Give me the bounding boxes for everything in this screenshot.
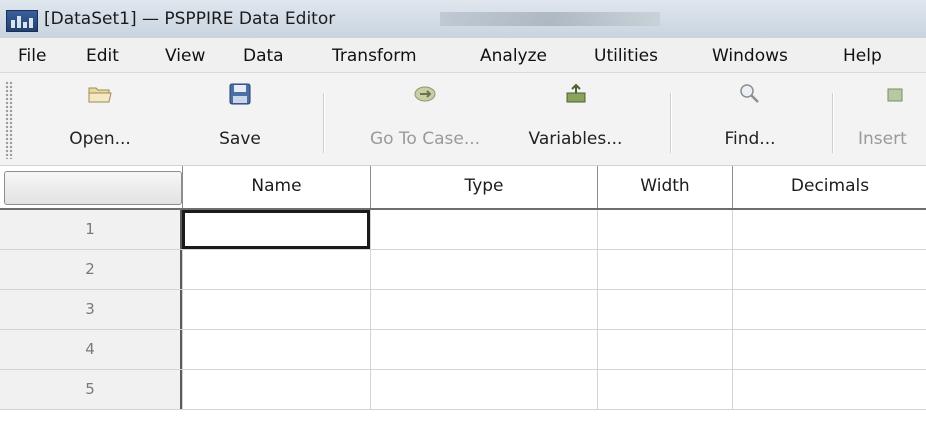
cell-type[interactable] [370, 330, 597, 369]
cell-name[interactable] [182, 210, 370, 249]
find-label: Find... [724, 129, 776, 149]
cell-name[interactable] [182, 250, 370, 289]
go-to-case-button[interactable]: Go To Case... [350, 79, 500, 159]
table-row: 3 [0, 290, 926, 330]
toolbar-separator [832, 93, 834, 153]
menu-help[interactable]: Help [843, 46, 882, 66]
go-to-case-label: Go To Case... [369, 129, 481, 149]
menu-file[interactable]: File [18, 46, 46, 66]
menu-transform[interactable]: Transform [332, 46, 417, 66]
table-row: 2 [0, 250, 926, 290]
variables-label: Variables... [528, 129, 623, 149]
toolbar-separator [323, 93, 325, 153]
column-header-decimals[interactable]: Decimals [732, 166, 926, 208]
cell-width[interactable] [597, 210, 732, 249]
row-header[interactable]: 1 [0, 210, 182, 249]
column-header-name[interactable]: Name [182, 166, 370, 208]
cell-decimals[interactable] [732, 370, 926, 409]
toolbar: Open... Save Go To Case... Variables... … [0, 73, 926, 166]
row-header[interactable]: 2 [0, 250, 182, 289]
column-header-type[interactable]: Type [370, 166, 597, 208]
grid-corner-button[interactable] [4, 171, 182, 205]
open-button[interactable]: Open... [40, 79, 160, 159]
save-label: Save [219, 129, 261, 149]
app-icon [6, 10, 38, 32]
cell-decimals[interactable] [732, 210, 926, 249]
column-header-row: Name Type Width Decimals [0, 166, 926, 210]
insert-button[interactable]: Insert [850, 79, 926, 159]
table-row: 1 [0, 210, 926, 250]
cell-width[interactable] [597, 290, 732, 329]
cell-decimals[interactable] [732, 250, 926, 289]
window-title: [DataSet1] — PSPPIRE Data Editor [44, 9, 336, 29]
title-redaction [440, 12, 660, 26]
cell-type[interactable] [370, 210, 597, 249]
toolbar-grip[interactable] [5, 81, 13, 159]
toolbar-separator [670, 93, 672, 153]
cell-name[interactable] [182, 290, 370, 329]
cell-type[interactable] [370, 250, 597, 289]
menu-bar: File Edit View Data Transform Analyze Ut… [0, 38, 926, 73]
table-row: 4 [0, 330, 926, 370]
row-header[interactable]: 4 [0, 330, 182, 369]
row-header[interactable]: 5 [0, 370, 182, 409]
folder-open-icon [87, 83, 113, 105]
cell-name[interactable] [182, 330, 370, 369]
menu-utilities[interactable]: Utilities [594, 46, 658, 66]
cell-width[interactable] [597, 250, 732, 289]
row-header[interactable]: 3 [0, 290, 182, 329]
magnifier-icon [737, 83, 763, 105]
menu-view[interactable]: View [165, 46, 205, 66]
menu-windows[interactable]: Windows [712, 46, 788, 66]
find-button[interactable]: Find... [700, 79, 800, 159]
cell-type[interactable] [370, 290, 597, 329]
menu-edit[interactable]: Edit [86, 46, 119, 66]
cell-decimals[interactable] [732, 330, 926, 369]
cell-width[interactable] [597, 330, 732, 369]
table-row: 5 [0, 370, 926, 410]
column-header-width[interactable]: Width [597, 166, 732, 208]
variable-grid: Name Type Width Decimals 1 2 3 4 5 [0, 166, 926, 423]
title-bar: [DataSet1] — PSPPIRE Data Editor [0, 0, 926, 39]
menu-analyze[interactable]: Analyze [480, 46, 547, 66]
cell-width[interactable] [597, 370, 732, 409]
cell-decimals[interactable] [732, 290, 926, 329]
insert-icon [882, 83, 908, 105]
variables-button[interactable]: Variables... [508, 79, 643, 159]
open-label: Open... [69, 129, 131, 149]
menu-data[interactable]: Data [243, 46, 284, 66]
insert-label: Insert [858, 129, 907, 149]
save-button[interactable]: Save [190, 79, 290, 159]
cell-name[interactable] [182, 370, 370, 409]
floppy-disk-icon [227, 83, 253, 105]
cell-type[interactable] [370, 370, 597, 409]
go-to-case-icon [412, 83, 438, 105]
variables-icon [563, 83, 589, 105]
